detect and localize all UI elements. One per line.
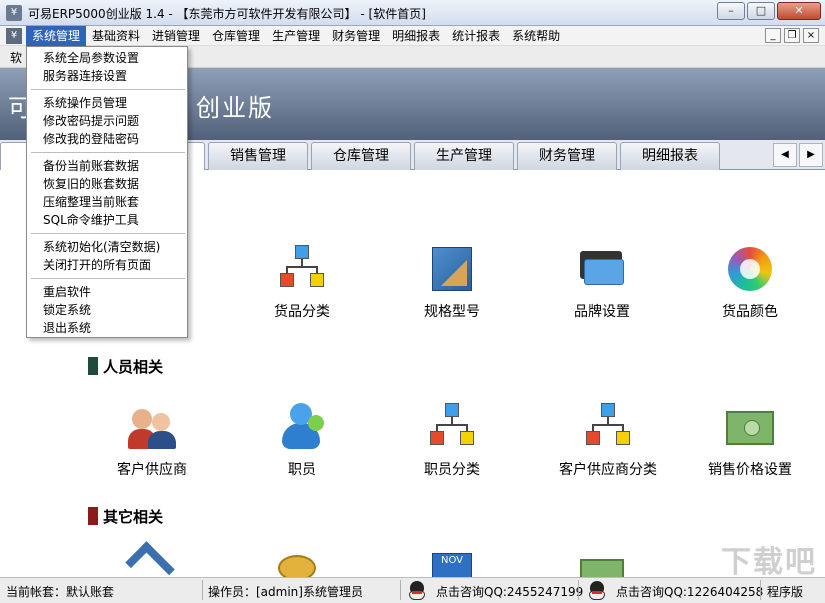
menu-detail-reports[interactable]: 明细报表	[386, 26, 446, 46]
watermark: 下载吧	[721, 545, 817, 577]
menu-basic-data[interactable]: 基础资料	[86, 26, 146, 46]
org-chart-icon	[276, 243, 328, 295]
minimize-button[interactable]: –	[717, 2, 745, 20]
coins-icon[interactable]	[278, 555, 316, 577]
app-logo-icon: ¥	[6, 5, 22, 21]
qq-penguin-icon[interactable]	[588, 581, 606, 601]
menu-separator	[31, 152, 185, 153]
org-chart-icon	[582, 401, 634, 453]
qq-penguin-icon[interactable]	[408, 581, 426, 601]
menu-bar: ¥ 系统管理 基础资料 进销管理 仓库管理 生产管理 财务管理 明细报表 统计报…	[0, 26, 825, 46]
menu-compress-account[interactable]: 压缩整理当前账套	[27, 193, 187, 211]
status-divider	[578, 580, 579, 600]
status-divider	[760, 580, 761, 600]
system-management-dropdown: 系统全局参数设置 服务器连接设置 系统操作员管理 修改密码提示问题 修改我的登陆…	[26, 46, 188, 338]
window-title: 可易ERP5000创业版 1.4 - 【东莞市方可软件开发有限公司】 - [软件…	[28, 7, 426, 21]
ruler-icon	[426, 243, 478, 295]
menu-server-connection[interactable]: 服务器连接设置	[27, 67, 187, 85]
menu-close-all-pages[interactable]: 关闭打开的所有页面	[27, 256, 187, 274]
tile-customer-supplier-category[interactable]: 客户供应商分类	[543, 401, 673, 479]
status-edition: 程序版	[767, 585, 804, 599]
color-wheel-icon	[724, 243, 776, 295]
tile-goods-category[interactable]: 货品分类	[237, 243, 367, 321]
mdi-restore-button[interactable]: ❐	[784, 28, 800, 43]
mdi-minimize-button[interactable]: _	[765, 28, 781, 43]
employee-icon	[276, 401, 328, 453]
card-icon	[576, 243, 628, 295]
tile-label: 规格型号	[424, 304, 480, 320]
tile-customer-supplier[interactable]: 客户供应商	[87, 401, 217, 479]
menu-exit[interactable]: 退出系统	[27, 319, 187, 337]
mdi-close-button[interactable]: ×	[803, 28, 819, 43]
menu-app-icon[interactable]: ¥	[6, 28, 22, 44]
money-icon[interactable]	[580, 559, 624, 577]
status-divider	[202, 580, 203, 600]
menu-production[interactable]: 生产管理	[266, 26, 326, 46]
menu-system-management[interactable]: 系统管理	[26, 26, 87, 46]
house-icon[interactable]	[125, 541, 175, 577]
menu-stat-reports[interactable]: 统计报表	[446, 26, 506, 46]
tab-production[interactable]: 生产管理	[414, 142, 514, 170]
tile-label: 客户供应商分类	[559, 462, 657, 478]
window-controls: – □ ✕	[717, 2, 821, 20]
status-operator: 操作员：[admin]系统管理员	[208, 585, 363, 599]
menu-change-login-password[interactable]: 修改我的登陆密码	[27, 130, 187, 148]
menu-separator	[31, 278, 185, 279]
cash-icon	[724, 401, 776, 453]
menu-finance[interactable]: 财务管理	[326, 26, 386, 46]
tile-label: 职员	[288, 462, 316, 478]
toolbar-label[interactable]: 软	[10, 49, 22, 66]
menu-restore-account[interactable]: 恢复旧的账套数据	[27, 175, 187, 193]
menu-operator-management[interactable]: 系统操作员管理	[27, 94, 187, 112]
people-icon	[126, 401, 178, 453]
menu-separator	[31, 89, 185, 90]
menu-warehouse[interactable]: 仓库管理	[206, 26, 266, 46]
menu-system-init[interactable]: 系统初始化(清空数据)	[27, 238, 187, 256]
menu-purchase-sales[interactable]: 进销管理	[146, 26, 206, 46]
status-qq-link-1[interactable]: 点击咨询QQ:2455247199	[436, 583, 583, 600]
maximize-button[interactable]: □	[747, 2, 775, 20]
tab-finance[interactable]: 财务管理	[517, 142, 617, 170]
org-chart-icon	[426, 401, 478, 453]
section-marker	[88, 507, 98, 525]
tile-employee-category[interactable]: 职员分类	[387, 401, 517, 479]
tile-label: 职员分类	[424, 462, 480, 478]
menu-separator	[31, 233, 185, 234]
menu-help[interactable]: 系统帮助	[506, 26, 566, 46]
tile-employee[interactable]: 职员	[237, 401, 367, 479]
tile-goods-color[interactable]: 货品颜色	[685, 243, 815, 321]
menu-change-password-hint[interactable]: 修改密码提示问题	[27, 112, 187, 130]
close-button[interactable]: ✕	[777, 2, 821, 20]
tile-spec-model[interactable]: 规格型号	[387, 243, 517, 321]
section-marker	[88, 357, 98, 375]
tab-scroll-right-button[interactable]: ▶	[799, 143, 823, 167]
tile-label: 销售价格设置	[708, 462, 792, 478]
status-bar: 当前帐套：默认账套 操作员：[admin]系统管理员 点击咨询QQ:245524…	[0, 577, 825, 603]
menu-restart[interactable]: 重启软件	[27, 283, 187, 301]
tile-label: 货品分类	[274, 304, 330, 320]
status-divider	[400, 580, 401, 600]
menu-sql-tool[interactable]: SQL命令维护工具	[27, 211, 187, 229]
status-account: 当前帐套：默认账套	[6, 585, 115, 599]
tile-sales-price-settings[interactable]: 销售价格设置	[685, 401, 815, 479]
tile-label: 品牌设置	[574, 304, 630, 320]
tab-scroll-left-button[interactable]: ◀	[773, 143, 797, 167]
tab-sales[interactable]: 销售管理	[208, 142, 308, 170]
menu-global-params[interactable]: 系统全局参数设置	[27, 49, 187, 67]
section-people-heading: 人员相关	[88, 356, 163, 377]
calendar-icon[interactable]: NOV	[432, 553, 472, 577]
title-bar: ¥ 可易ERP5000创业版 1.4 - 【东莞市方可软件开发有限公司】 - […	[0, 0, 825, 26]
tile-label: 货品颜色	[722, 304, 778, 320]
tab-detail-reports[interactable]: 明细报表	[620, 142, 720, 170]
tab-warehouse[interactable]: 仓库管理	[311, 142, 411, 170]
tile-brand-settings[interactable]: 品牌设置	[537, 243, 667, 321]
banner-title-suffix: 创业版	[196, 94, 274, 122]
section-other-heading: 其它相关	[88, 506, 163, 527]
status-qq-link-2[interactable]: 点击咨询QQ:1226404258	[616, 583, 763, 600]
tile-label: 客户供应商	[117, 462, 187, 478]
menu-lock-system[interactable]: 锁定系统	[27, 301, 187, 319]
menu-backup-account[interactable]: 备份当前账套数据	[27, 157, 187, 175]
